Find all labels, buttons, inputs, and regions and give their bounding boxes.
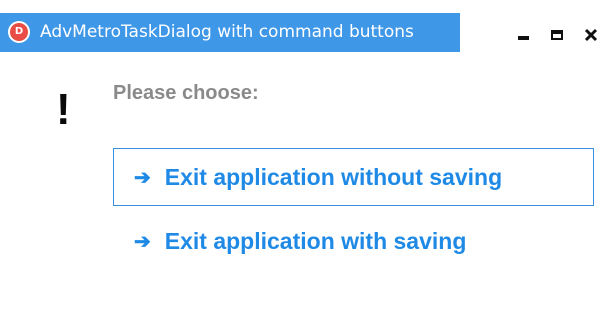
app-icon[interactable]: D (8, 21, 30, 43)
arrow-right-icon: ➔ (134, 166, 151, 189)
exit-with-saving-button[interactable]: ➔ Exit application with saving (113, 212, 594, 270)
close-icon (584, 28, 598, 42)
app-icon-letter: D (10, 23, 28, 41)
maximize-icon (551, 30, 563, 40)
command-button-label: Exit application without saving (164, 163, 503, 190)
arrow-right-icon: ➔ (134, 230, 151, 253)
minimize-button[interactable] (510, 22, 536, 48)
command-button-label: Exit application with saving (164, 227, 467, 254)
minimize-icon (517, 36, 529, 40)
exit-without-saving-button[interactable]: ➔ Exit application without saving (113, 148, 594, 206)
window-title: AdvMetroTaskDialog with command buttons (40, 22, 414, 42)
close-button[interactable] (578, 22, 604, 48)
maximize-button[interactable] (544, 22, 570, 48)
title-bar[interactable]: D AdvMetroTaskDialog with command button… (0, 13, 460, 52)
exclamation-icon: ! (56, 85, 71, 134)
prompt-text: Please choose: (113, 82, 259, 104)
task-dialog-window: D AdvMetroTaskDialog with command button… (0, 0, 612, 335)
caption-buttons (500, 22, 612, 52)
